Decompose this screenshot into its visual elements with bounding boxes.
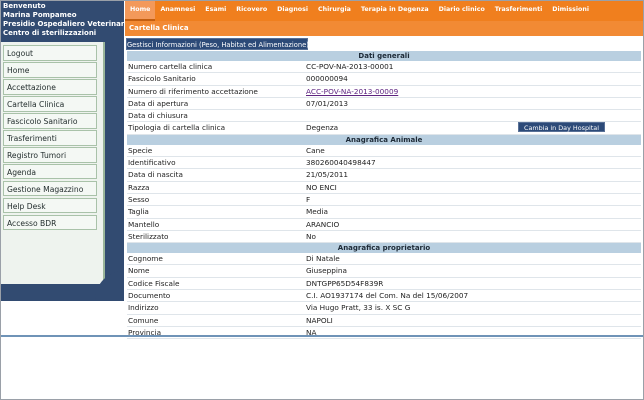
top-menu-home[interactable]: Home [125, 1, 156, 21]
section-header-anagrafica-proprietario: Anagrafica proprietario [127, 243, 641, 254]
table-row: Nome Giuseppina [127, 265, 641, 278]
top-menu-diario-clinico[interactable]: Diario clinico [434, 1, 490, 21]
sidebar-item-accesso-bdr[interactable]: Accesso BDR [3, 214, 97, 231]
row-label: Data di nascita [128, 170, 183, 180]
table-row: Data di apertura 07/01/2013 [127, 98, 641, 111]
row-label: Sterilizzato [128, 231, 169, 241]
row-value: 000000094 [306, 74, 348, 84]
table-row: Indirizzo Via Hugo Pratt, 33 is. X SC G [127, 302, 641, 315]
row-value: NO ENCI [306, 182, 337, 192]
row-value: 21/05/2011 [306, 170, 349, 180]
table-row: Documento C.I. AO1937174 del Com. Na del … [127, 290, 641, 303]
section-header-anagrafica-animale: Anagrafica Animale [127, 134, 641, 145]
row-label: Comune [128, 315, 159, 325]
row-value: C.I. AO1937174 del Com. Na del 15/06/200… [306, 291, 469, 301]
row-label: Specie [128, 145, 153, 155]
table-row: Identificativo 380260040498447 [127, 157, 641, 170]
row-label: Sesso [128, 194, 150, 204]
app-window: Benvenuto Marina Pompameo Presidio Osped… [0, 0, 644, 400]
sidebar-item-fascicolo-sanitario[interactable]: Fascicolo Sanitario [3, 112, 97, 129]
row-value: 380260040498447 [306, 158, 376, 168]
sidebar: Benvenuto Marina Pompameo Presidio Osped… [1, 1, 132, 301]
top-menu-chirurgia[interactable]: Chirurgia [313, 1, 356, 21]
table-row: Sterilizzato No [127, 231, 641, 244]
table-row: Razza NO ENCI [127, 182, 641, 194]
top-menu-diagnosi[interactable]: Diagnosi [272, 1, 313, 21]
row-label: Mantello [128, 219, 160, 229]
table-row: Fascicolo Sanitario 000000094 [127, 73, 641, 86]
top-menu-trasferimenti[interactable]: Trasferimenti [490, 1, 547, 21]
sidebar-item-agenda[interactable]: Agenda [3, 163, 97, 180]
table-row: Sesso F [127, 194, 641, 207]
row-value: 07/01/2013 [306, 98, 349, 108]
day-hospital-button[interactable]: Cambia in Day Hospital [518, 122, 605, 133]
row-value: No [306, 231, 316, 241]
table-row: Mantello ARANCIO [127, 219, 641, 231]
table-row: Data di chiusura [127, 110, 641, 123]
table-row: Specie Cane [127, 145, 641, 158]
row-value: Media [306, 207, 328, 217]
row-label: Taglia [128, 207, 149, 217]
row-label: Identificativo [128, 158, 176, 168]
section-header-dati-generali: Dati generali [127, 51, 641, 61]
row-label: Fascicolo Sanitario [128, 74, 196, 84]
footer-divider [1, 335, 643, 337]
presidio-name: Presidio Ospedaliero Veterinario [3, 20, 132, 28]
row-label: Numero cartella clinica [128, 62, 213, 71]
row-label: Numero di riferimento accettazione [128, 86, 258, 96]
top-menu-esami[interactable]: Esami [200, 1, 231, 21]
sidebar-nav: Logout Home Accettazione Cartella Clinic… [3, 45, 97, 232]
table-row: Cognome Di Natale [127, 253, 641, 266]
table-row: Provincia NA [127, 327, 641, 340]
row-value: Degenza [306, 123, 339, 133]
row-value: CC-POV-NA-2013-00001 [306, 62, 394, 71]
welcome-block: Benvenuto Marina Pompameo Presidio Osped… [3, 2, 132, 38]
sidebar-item-accettazione[interactable]: Accettazione [3, 78, 97, 95]
page-title: Cartella Clinica [125, 21, 643, 36]
table-row: Taglia Media [127, 206, 641, 219]
row-label: Data di chiusura [128, 111, 188, 121]
table-row: Data di nascita 21/05/2011 [127, 169, 641, 182]
table-row: Comune NAPOLI [127, 315, 641, 327]
centro-name: Centro di sterilizzazioni [3, 29, 97, 37]
sidebar-item-gestione-magazzino[interactable]: Gestione Magazzino [3, 180, 97, 197]
row-label: Indirizzo [128, 303, 159, 313]
sidebar-item-help-desk[interactable]: Help Desk [3, 197, 97, 214]
row-value: Giuseppina [306, 266, 347, 276]
table-row: Numero cartella clinica CC-POV-NA-2013-00… [127, 61, 641, 74]
sidebar-item-home[interactable]: Home [3, 61, 97, 78]
row-label: Nome [128, 266, 150, 276]
row-value: Di Natale [306, 254, 340, 264]
top-menu-dimissioni[interactable]: Dimissioni [547, 1, 594, 21]
row-label: Codice Fiscale [128, 278, 180, 288]
table-row: Tipologia di cartella clinica Degenza Camb… [127, 122, 641, 135]
row-label: Razza [128, 182, 150, 192]
row-value: F [306, 194, 311, 204]
clinical-record-table: Dati generali Numero cartella clinica CC-… [127, 51, 641, 340]
acceptance-link[interactable]: ACC-POV-NA-2013-00009 [306, 86, 398, 97]
row-label: Tipologia di cartella clinica [128, 123, 226, 133]
manage-info-button[interactable]: Gestisci Informazioni (Peso, Habitat ed … [126, 38, 309, 50]
row-label: Documento [128, 291, 171, 301]
row-value: ARANCIO [306, 219, 340, 229]
row-label: Data di apertura [128, 98, 189, 108]
row-value: Cane [306, 145, 325, 155]
sidebar-item-cartella-clinica[interactable]: Cartella Clinica [3, 95, 97, 112]
top-menu: Home Anamnesi Esami Ricovero Diagnosi Ch… [125, 1, 643, 21]
row-value: DNTGPP65D54F839R [306, 278, 384, 288]
top-menu-terapia-in-degenza[interactable]: Terapia in Degenza [356, 1, 434, 21]
row-value: NAPOLI [306, 315, 333, 325]
welcome-line: Benvenuto [3, 2, 46, 10]
sidebar-item-registro-tumori[interactable]: Registro Tumori [3, 146, 97, 163]
top-menu-ricovero[interactable]: Ricovero [231, 1, 272, 21]
sidebar-item-logout[interactable]: Logout [3, 45, 97, 61]
table-row: Numero di riferimento accettazione ACC-PO… [127, 86, 641, 98]
sidebar-item-trasferimenti[interactable]: Trasferimenti [3, 129, 97, 146]
table-row: Codice Fiscale DNTGPP65D54F839R [127, 278, 641, 291]
top-menu-anamnesi[interactable]: Anamnesi [155, 1, 200, 21]
user-name: Marina Pompameo [3, 11, 77, 19]
row-value: Via Hugo Pratt, 33 is. X SC G [306, 303, 411, 313]
row-label: Cognome [128, 254, 163, 264]
